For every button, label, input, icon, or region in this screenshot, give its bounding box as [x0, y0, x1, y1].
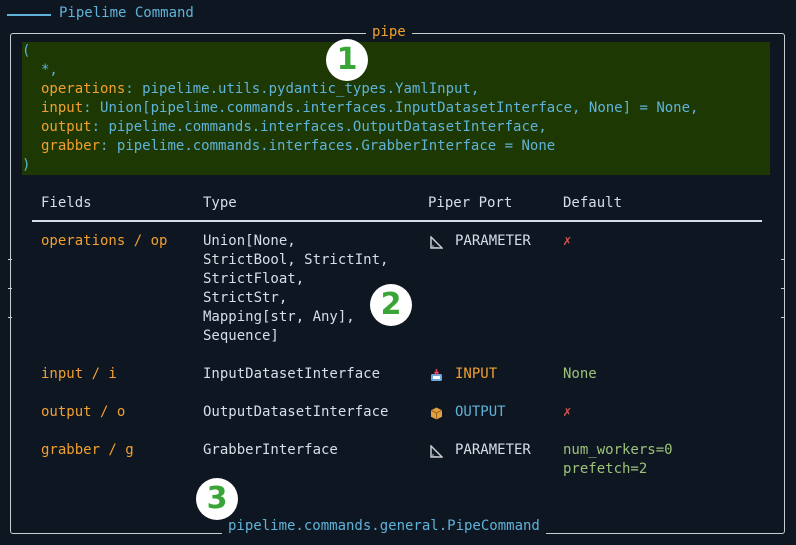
- default-value: None: [563, 366, 597, 382]
- header-title: Pipelime Command: [59, 5, 194, 21]
- signature-param: output: pipelime.commands.interfaces.Out…: [41, 119, 547, 135]
- signature-open-paren: (: [22, 43, 31, 59]
- signature-param: input: Union[pipelime.commands.interface…: [41, 100, 699, 116]
- frame-tick: [781, 317, 785, 318]
- signature-close-paren: ): [22, 157, 31, 173]
- port-label: OUTPUT: [455, 404, 506, 420]
- table-header-rule: [32, 220, 762, 222]
- column-header-default: Default: [563, 195, 623, 211]
- default-value: prefetch=2: [563, 461, 648, 477]
- frame-tick: [8, 288, 12, 289]
- port-label: PARAMETER: [455, 442, 531, 458]
- type-line: Sequence]: [203, 328, 279, 344]
- annotation-badge-2: 2: [370, 284, 412, 326]
- signature-param: operations: pipelime.utils.pydantic_type…: [41, 81, 480, 97]
- annotation-badge-3: 3: [196, 478, 238, 520]
- port-label: INPUT: [455, 366, 498, 382]
- field-operations: operations / op: [41, 233, 168, 249]
- panel-footer: pipelime.commands.general.PipeCommand: [222, 518, 546, 534]
- column-header-type: Type: [203, 195, 237, 211]
- package-icon: [430, 407, 443, 420]
- type-line: Union[None,: [203, 233, 296, 249]
- type-line: GrabberInterface: [203, 442, 338, 458]
- header-accent-line: [7, 14, 51, 16]
- column-header-fields: Fields: [41, 195, 92, 211]
- type-line: StrictFloat,: [203, 271, 305, 287]
- ruler-triangle-icon: [430, 236, 443, 249]
- frame-tick: [781, 288, 785, 289]
- panel-title: pipe: [366, 24, 412, 40]
- type-line: InputDatasetInterface: [203, 366, 381, 382]
- type-line: OutputDatasetInterface: [203, 404, 389, 420]
- type-line: StrictStr,: [203, 290, 288, 306]
- frame-tick: [8, 317, 12, 318]
- frame-tick: [8, 259, 12, 260]
- default-value: ✗: [563, 233, 572, 249]
- default-value: ✗: [563, 404, 572, 420]
- column-header-piper-port: Piper Port: [428, 195, 513, 211]
- inbox-icon: [431, 369, 442, 381]
- frame-tick: [781, 259, 785, 260]
- port-label: PARAMETER: [455, 233, 531, 249]
- type-line: StrictBool, StrictInt,: [203, 252, 389, 268]
- field-grabber: grabber / g: [41, 442, 134, 458]
- ruler-triangle-icon: [430, 445, 443, 458]
- signature-star: *,: [41, 62, 58, 78]
- default-value: num_workers=0: [563, 442, 673, 458]
- annotation-badge-1: 1: [326, 39, 368, 81]
- signature-param: grabber: pipelime.commands.interfaces.Gr…: [41, 138, 556, 154]
- field-output: output / o: [41, 404, 126, 420]
- type-line: Mapping[str, Any],: [203, 309, 355, 325]
- field-input: input / i: [41, 366, 117, 382]
